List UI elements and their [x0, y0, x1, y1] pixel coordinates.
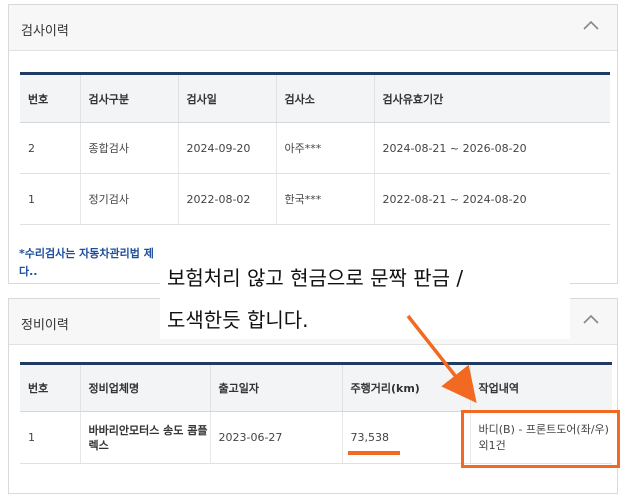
- mileage-underline: [348, 451, 400, 455]
- work-detail-highlight: [461, 410, 620, 468]
